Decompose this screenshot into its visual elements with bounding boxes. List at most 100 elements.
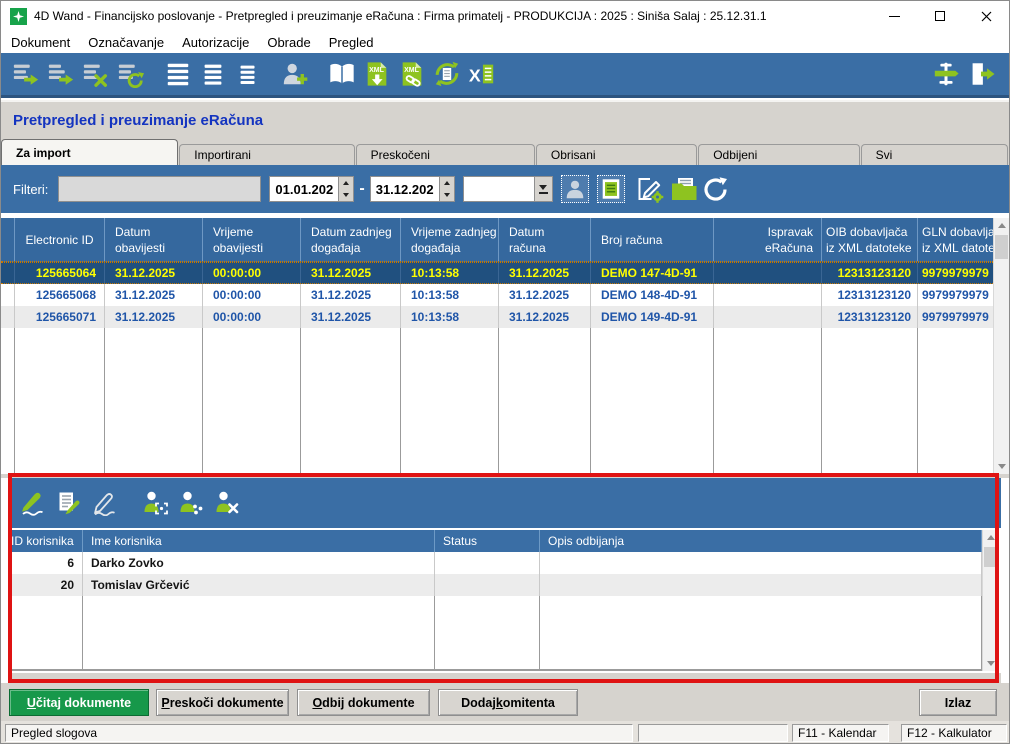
cell-gln: 9979979979 (918, 263, 995, 283)
panel-toolbar (9, 478, 1001, 528)
scroll-thumb[interactable] (995, 235, 1008, 259)
user-filter-toggle[interactable] (561, 175, 589, 203)
list-filter-toggle[interactable] (597, 175, 625, 203)
close-button[interactable] (963, 1, 1009, 31)
scroll-thumb[interactable] (984, 547, 997, 567)
sync-document-icon[interactable] (432, 59, 462, 89)
menu-dokument[interactable]: Dokument (1, 35, 79, 50)
column-header-datum-zadnjeg[interactable]: Datum zadnjegdogađaja (301, 218, 401, 261)
maximize-button[interactable] (917, 1, 963, 31)
column-header-oib[interactable]: OIB dobavljačaiz XML datoteke (822, 218, 918, 261)
column-header-datum-racuna[interactable]: Datumračuna (499, 218, 591, 261)
minimize-button[interactable] (871, 1, 917, 31)
filter-bar: Filteri: - (1, 165, 1009, 213)
column-header-status[interactable]: Status (435, 530, 540, 552)
cell-datum-zadnjeg: 31.12.2025 (301, 284, 401, 306)
status-box (638, 724, 788, 742)
user-row[interactable]: 20 Tomislav Grčević (9, 574, 982, 596)
column-header-vrijeme-obavijesti[interactable]: Vrijemeobavijesti (203, 218, 301, 261)
filter-text-input[interactable] (58, 176, 261, 202)
column-header-id-korisnika[interactable]: ID korisnika (9, 530, 83, 552)
date-from-input[interactable] (269, 176, 339, 202)
export-marked-icon[interactable] (46, 59, 76, 89)
user-row[interactable]: 6 Darko Zovko (9, 552, 982, 574)
list-small-icon[interactable] (233, 59, 263, 89)
table-row-selected[interactable]: 125665064 31.12.2025 00:00:00 31.12.2025… (1, 262, 1009, 284)
tab-preskoceni[interactable]: Preskočeni (356, 144, 535, 165)
subgrid-vertical-scrollbar[interactable] (982, 530, 998, 671)
user-select-icon[interactable] (141, 489, 169, 517)
status-f11-kalendar[interactable]: F11 - Kalendar (792, 724, 889, 742)
cell-datum-zadnjeg: 31.12.2025 (301, 306, 401, 328)
status-f12-kalkulator[interactable]: F12 - Kalkulator (901, 724, 1007, 742)
cell-datum-racuna: 31.12.2025 (499, 306, 591, 328)
button-bar: Učitaj dokumente Preskoči dokumente Odbi… (1, 683, 1009, 721)
edit-settings-icon[interactable] (635, 174, 665, 204)
column-header-datum-obavijesti[interactable]: Datumobavijesti (105, 218, 203, 261)
exit-icon[interactable] (966, 59, 996, 89)
signpost-icon[interactable] (931, 59, 961, 89)
table-row[interactable]: 125665071 31.12.2025 00:00:00 31.12.2025… (1, 306, 1009, 328)
scroll-down-arrow[interactable] (983, 656, 998, 671)
svg-text:XML: XML (404, 67, 419, 74)
export-rows-icon[interactable] (11, 59, 41, 89)
list-medium-icon[interactable] (198, 59, 228, 89)
excel-export-icon[interactable]: X (467, 59, 497, 89)
xml-link-icon[interactable]: XML (397, 59, 427, 89)
open-folder-icon[interactable] (669, 174, 699, 204)
reset-filters-icon[interactable] (701, 174, 731, 204)
svg-text:XML: XML (369, 67, 384, 74)
menu-autorizacije[interactable]: Autorizacije (173, 35, 258, 50)
column-header-gln[interactable]: GLN dobavljačaiz XML datoteke (918, 218, 995, 261)
date-to-spinner[interactable] (440, 176, 455, 202)
list-filter-icon (599, 177, 623, 201)
tab-za-import[interactable]: Za import (1, 139, 178, 165)
add-client-button[interactable]: Dodaj komitenta (438, 689, 578, 716)
sign-document-icon[interactable] (55, 489, 83, 517)
menu-obrade[interactable]: Obrade (258, 35, 319, 50)
cell-broj-racuna: DEMO 148-4D-91 (591, 284, 714, 306)
cell-user-name: Tomislav Grčević (83, 574, 435, 596)
column-header-broj-racuna[interactable]: Broj računa (591, 218, 714, 261)
refresh-marks-icon[interactable] (116, 59, 146, 89)
main-toolbar: XML XML X (1, 53, 1009, 98)
reject-documents-button[interactable]: Odbij dokumente (297, 689, 430, 716)
sign-pen-icon[interactable] (19, 489, 47, 517)
column-header-ispravak[interactable]: IspravakeRačuna (714, 218, 822, 261)
table-row[interactable]: 125665068 31.12.2025 00:00:00 31.12.2025… (1, 284, 1009, 306)
xml-download-icon[interactable]: XML (362, 59, 392, 89)
exit-button[interactable]: Izlaz (919, 689, 997, 716)
menu-bar: Dokument Označavanje Autorizacije Obrade… (1, 31, 1009, 53)
date-from-spinner[interactable] (339, 176, 354, 202)
tab-obrisani[interactable]: Obrisani (536, 144, 697, 165)
combo-dropdown-button[interactable] (535, 176, 553, 202)
add-user-icon[interactable] (280, 59, 310, 89)
skip-documents-button[interactable]: Preskoči dokumente (156, 689, 289, 716)
scroll-up-arrow[interactable] (994, 218, 1009, 233)
unsign-pen-icon[interactable] (91, 489, 119, 517)
user-remove-icon[interactable] (213, 489, 241, 517)
open-book-icon[interactable] (327, 59, 357, 89)
column-header-ime-korisnika[interactable]: Ime korisnika (83, 530, 435, 552)
title-bar: 4D Wand - Financijsko poslovanje - Pretp… (1, 1, 1009, 31)
scroll-down-arrow[interactable] (994, 459, 1009, 474)
load-documents-button[interactable]: Učitaj dokumente (9, 689, 149, 716)
column-header-opis-odbijanja[interactable]: Opis odbijanja (540, 530, 982, 552)
column-header-vrijeme-zadnjeg[interactable]: Vrijeme zadnjegdogađaja (401, 218, 499, 261)
menu-oznacavanje[interactable]: Označavanje (79, 35, 173, 50)
tab-importirani[interactable]: Importirani (179, 144, 354, 165)
date-to-input[interactable] (370, 176, 440, 202)
status-message: Pregled slogova (5, 724, 633, 742)
scroll-up-arrow[interactable] (983, 530, 998, 545)
list-all-icon[interactable] (163, 59, 193, 89)
unmark-rows-icon[interactable] (81, 59, 111, 89)
filter-combo-input[interactable] (463, 176, 535, 202)
menu-pregled[interactable]: Pregled (320, 35, 383, 50)
grid-vertical-scrollbar[interactable] (993, 218, 1009, 474)
cell-electronic-id: 125665068 (15, 284, 105, 306)
cell-ispravak (714, 284, 822, 306)
column-header-electronic-id[interactable]: Electronic ID (15, 218, 105, 261)
user-options-icon[interactable] (177, 489, 205, 517)
tab-svi[interactable]: Svi (861, 144, 1008, 165)
tab-odbijeni[interactable]: Odbijeni (698, 144, 859, 165)
